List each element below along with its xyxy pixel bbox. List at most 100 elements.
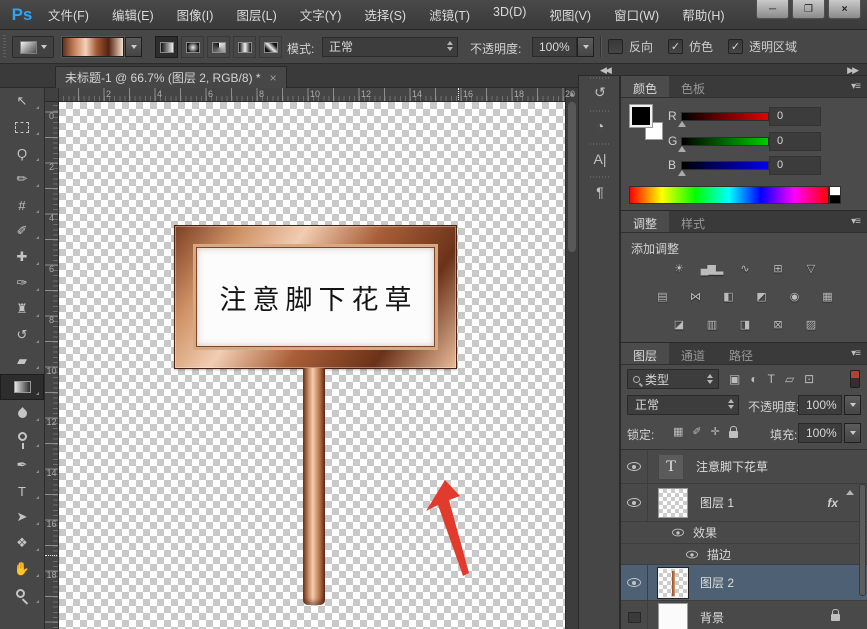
layer-visibility-toggle[interactable] bbox=[621, 565, 648, 600]
menubar-item[interactable]: 选择(S) bbox=[364, 5, 406, 24]
threshold-icon[interactable]: ◨ bbox=[734, 314, 756, 334]
menubar-item[interactable]: 图像(I) bbox=[177, 5, 214, 24]
radial-gradient-button[interactable] bbox=[181, 36, 204, 58]
exposure-icon[interactable]: ⊞ bbox=[767, 258, 789, 278]
layer-opacity-input[interactable]: 100% bbox=[798, 395, 842, 415]
close-button[interactable]: × bbox=[828, 0, 861, 19]
layer-fill-input[interactable]: 100% bbox=[798, 423, 842, 443]
layer-filter-select[interactable]: 类型 bbox=[627, 369, 719, 389]
close-tab-icon[interactable]: × bbox=[270, 71, 277, 85]
menubar-item[interactable]: 3D(D) bbox=[493, 5, 526, 24]
eraser-tool[interactable]: ▰ bbox=[0, 348, 44, 374]
layer-effects-group-row[interactable]: 效果 bbox=[621, 522, 867, 544]
linear-gradient-button[interactable] bbox=[155, 36, 178, 58]
custom-shape-tool[interactable]: ❖ bbox=[0, 530, 44, 556]
canvas[interactable]: 注意脚下花草 bbox=[59, 102, 565, 629]
color-balance-icon[interactable]: ⋈ bbox=[684, 286, 706, 306]
gradient-tool[interactable] bbox=[0, 374, 44, 400]
lock-all-icon[interactable] bbox=[729, 431, 738, 438]
foreground-color-swatch[interactable] bbox=[629, 104, 653, 128]
menubar-item[interactable]: 编辑(E) bbox=[112, 5, 154, 24]
layer-effect-row[interactable]: 描边 bbox=[621, 544, 867, 565]
document-tab[interactable]: 未标题-1 @ 66.7% (图层 2, RGB/8) * × bbox=[55, 66, 287, 88]
posterize-icon[interactable]: ▥ bbox=[701, 314, 723, 334]
quick-selection-tool[interactable]: ✏ bbox=[0, 166, 44, 192]
layer-row[interactable]: 图层 1fx bbox=[621, 484, 867, 522]
pen-tool[interactable]: ✒ bbox=[0, 452, 44, 478]
photo-filter-icon[interactable]: ◩ bbox=[750, 286, 772, 306]
menubar-item[interactable]: 滤镜(T) bbox=[429, 5, 470, 24]
lock-position-icon[interactable]: ✛ bbox=[711, 425, 720, 438]
tab-styles[interactable]: 样式 bbox=[669, 211, 717, 232]
channel-slider-track[interactable] bbox=[681, 112, 769, 121]
maximize-button[interactable]: ❐ bbox=[792, 0, 825, 19]
lock-image-pixels-icon[interactable]: ✐ bbox=[692, 425, 701, 438]
blur-tool[interactable] bbox=[0, 400, 44, 426]
hue-saturation-icon[interactable]: ▤ bbox=[651, 286, 673, 306]
menubar-item[interactable]: 窗口(W) bbox=[614, 5, 659, 24]
layers-scrollbar-thumb[interactable] bbox=[859, 484, 866, 596]
tab-layers[interactable]: 图层 bbox=[621, 343, 669, 364]
layer-fx-badge[interactable]: fx bbox=[827, 496, 838, 510]
brush-tool[interactable]: ✑ bbox=[0, 270, 44, 296]
menubar-item[interactable]: 图层(L) bbox=[236, 5, 276, 24]
lock-transparent-pixels-icon[interactable]: ▦ bbox=[673, 425, 683, 438]
dodge-tool[interactable] bbox=[0, 426, 44, 452]
channel-slider-track[interactable] bbox=[681, 161, 769, 170]
panel-menu-icon[interactable]: ▾≡ bbox=[851, 348, 860, 359]
filter-shape-layers-icon[interactable]: ▱ bbox=[785, 372, 794, 386]
channel-slider-track[interactable] bbox=[681, 137, 769, 146]
eyedropper-tool[interactable]: ✐ bbox=[0, 218, 44, 244]
layer-visibility-toggle[interactable] bbox=[621, 484, 648, 521]
paragraph-panel-button[interactable]: ¶ bbox=[579, 175, 621, 208]
spot-healing-brush-tool[interactable]: ✚ bbox=[0, 244, 44, 270]
channel-mixer-icon[interactable]: ◉ bbox=[783, 286, 805, 306]
filter-adjustment-layers-icon[interactable]: ◐ bbox=[750, 372, 757, 386]
filter-smart-objects-icon[interactable]: ⊡ bbox=[804, 372, 814, 386]
layer-fill-dropdown-button[interactable] bbox=[844, 423, 861, 443]
layer-row[interactable]: T注意脚下花草 bbox=[621, 450, 867, 484]
lasso-tool[interactable]: Ϙ bbox=[0, 140, 44, 166]
channel-slider-thumb[interactable] bbox=[678, 170, 686, 176]
menubar-item[interactable]: 文字(Y) bbox=[300, 5, 342, 24]
tab-swatches[interactable]: 色板 bbox=[669, 76, 717, 97]
layer-row[interactable]: 图层 2 bbox=[621, 565, 867, 601]
angle-gradient-button[interactable] bbox=[207, 36, 230, 58]
filter-pixel-layers-icon[interactable]: ▣ bbox=[729, 372, 740, 386]
panel-menu-icon[interactable]: ▾≡ bbox=[851, 81, 860, 92]
collapse-strip-icon[interactable]: ◀◀ bbox=[600, 64, 610, 76]
channel-slider-thumb[interactable] bbox=[678, 121, 686, 127]
history-brush-tool[interactable]: ↺ bbox=[0, 322, 44, 348]
horizontal-ruler[interactable]: 2468101214161820 bbox=[59, 88, 577, 102]
color-spectrum-ramp[interactable] bbox=[629, 186, 829, 204]
collapse-dock-icon[interactable]: ▶▶ bbox=[847, 64, 857, 76]
menubar-item[interactable]: 帮助(H) bbox=[682, 5, 724, 24]
vibrance-icon[interactable]: ▽ bbox=[800, 258, 822, 278]
layer-opacity-dropdown-button[interactable] bbox=[844, 395, 861, 415]
transparency-checkbox[interactable]: ✓ bbox=[728, 39, 743, 54]
layer-blend-mode-select[interactable]: 正常 bbox=[627, 395, 739, 415]
vertical-ruler[interactable]: 024681012141618 bbox=[45, 102, 59, 629]
tool-preset-picker[interactable] bbox=[12, 36, 54, 58]
menubar-item[interactable]: 视图(V) bbox=[549, 5, 591, 24]
crop-tool[interactable]: # bbox=[0, 192, 44, 218]
scrollbar-thumb[interactable] bbox=[568, 102, 576, 252]
tab-adjustments[interactable]: 调整 bbox=[621, 211, 669, 232]
black-swatch[interactable] bbox=[829, 195, 841, 204]
diamond-gradient-button[interactable] bbox=[259, 36, 282, 58]
selective-color-icon[interactable]: ⊠ bbox=[767, 314, 789, 334]
character-panel-button[interactable]: A| bbox=[579, 142, 621, 175]
canvas-vertical-scrollbar[interactable]: ▲ bbox=[565, 88, 578, 629]
minimize-button[interactable]: ─ bbox=[756, 0, 789, 19]
channel-slider-thumb[interactable] bbox=[678, 146, 686, 152]
levels-icon[interactable]: ▄▆▂ bbox=[701, 258, 723, 278]
opacity-input[interactable]: 100% bbox=[532, 37, 577, 57]
filter-toggle-switch[interactable] bbox=[850, 370, 860, 388]
curves-icon[interactable]: ∿ bbox=[734, 258, 756, 278]
ruler-corner[interactable] bbox=[45, 88, 59, 102]
fx-collapse-icon[interactable] bbox=[846, 490, 854, 495]
reverse-checkbox[interactable] bbox=[608, 39, 623, 54]
menubar-item[interactable]: 文件(F) bbox=[48, 5, 89, 24]
tab-paths[interactable]: 路径 bbox=[717, 343, 765, 364]
channel-value-input[interactable]: 0 bbox=[769, 156, 821, 175]
